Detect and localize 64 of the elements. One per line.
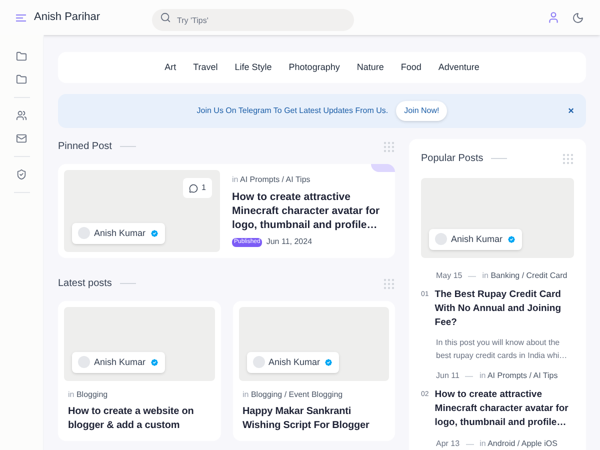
author-name: Anish Kumar [268,356,320,369]
avatar [252,356,264,368]
verified-icon [150,228,159,238]
verified-icon [150,358,159,367]
author-chip[interactable]: Anish Kumar [72,352,165,374]
dots-icon [383,140,395,153]
author-chip[interactable]: Anish Kumar [72,222,165,244]
moon-icon[interactable] [572,12,584,24]
category-link[interactable]: Life Style [234,60,272,74]
author-chip[interactable]: Anish Kumar [429,228,522,250]
post-date: Apr 13 [436,438,460,450]
dots-icon [562,152,574,165]
users-icon[interactable] [16,110,27,121]
author-chip[interactable]: Anish Kumar [246,352,340,374]
join-button[interactable]: Join Now! [396,101,448,122]
post-category: in Android / Apple iOS [480,438,558,450]
author-name: Anish Kumar [94,226,146,240]
avatar [435,233,447,246]
post-category: in AI Prompts / AI Tips [479,370,558,382]
post-date: Jun 11 [436,370,460,382]
author-name: Anish Kumar [451,232,503,246]
section-heading: Latest posts [58,277,112,292]
shield-icon[interactable] [16,169,27,180]
close-button[interactable]: × [568,104,574,119]
post-excerpt: In this post you will know about the best rupay credit cards in India whi… [435,337,568,362]
corner-tab [371,164,395,172]
category-link[interactable]: Nature [356,60,384,74]
post-card[interactable]: Anish Kumar in Blogging How to create a website on blogger & add a custom [58,301,220,442]
post-category: in Blogging / Event Blogging [242,389,344,402]
post-title[interactable]: How to create attractive Minecraft character avatar for logo, thumbnail and profile… [232,190,389,232]
mail-icon[interactable] [16,133,27,144]
category-link[interactable]: Art [164,60,176,74]
post-title[interactable]: How to create attractive Minecraft character avatar for logo, thumbnail and profile… [434,388,574,430]
post-date: Jun 11, 2024 [266,236,312,248]
verified-icon [324,358,334,367]
post-title[interactable]: How to create a website on blogger & add a custom [64,405,214,434]
verified-icon [506,234,516,244]
post-title[interactable]: Happy Makar Sankranti Wishing Script For Blogger [238,405,389,434]
avatar [78,356,90,368]
post-card[interactable]: Anish Kumar in Blogging / Event Blogging Happy Makar Sankranti Wishing Script For Blogger [232,301,395,442]
post-title[interactable]: The Best Rupay Credit Card With No Annual and Joining Fee? [434,288,574,330]
folder-icon[interactable] [16,51,27,62]
section-heading: Pinned Post [58,140,112,154]
menu-icon[interactable] [16,14,26,22]
post-category: in Banking / Credit Card [482,270,568,282]
comment-icon [188,184,198,193]
author-name: Anish Kumar [94,356,146,369]
dots-icon [383,278,395,290]
category-link[interactable]: Travel [193,60,218,74]
section-heading: Popular Posts [421,152,484,166]
folder-icon[interactable] [16,74,27,85]
user-icon[interactable] [547,11,560,24]
banner-text: Join Us On Telegram To Get Latest Updates From Us. [196,105,388,118]
comment-count[interactable]: 1 [182,178,212,198]
search-icon [160,12,172,23]
avatar [78,227,90,240]
post-date: May 15 [436,270,462,282]
category-link[interactable]: Photography [288,60,340,74]
search-field[interactable]: Try 'Tips' [152,9,354,31]
post-category: in Blogging [67,389,109,402]
site-title[interactable]: Anish Parihar [34,9,100,26]
category-link[interactable]: Food [400,60,422,74]
category-link[interactable]: Adventure [438,60,480,74]
post-category: in AI Prompts / AI Tips [232,174,312,186]
